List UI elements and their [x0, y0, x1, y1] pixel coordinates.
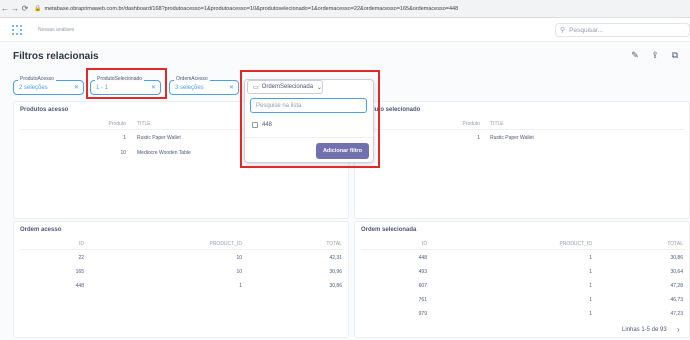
search-icon: ⚲ [560, 27, 566, 34]
card-title: Produtos acesso [20, 107, 69, 113]
table-cell: 1 [589, 269, 592, 275]
table-cell: 448 [75, 283, 84, 289]
page-title: Filtros relacionais [13, 51, 99, 62]
filter-value: 2 seleções [19, 85, 48, 91]
card-title: Ordem selecionada [361, 227, 417, 233]
column-header[interactable]: Produto [108, 121, 126, 127]
table-cell: 42,31 [329, 255, 342, 261]
table-cell: 761 [418, 297, 427, 303]
pagination-label: Linhas 1-5 de 93 [622, 327, 667, 333]
pencil-icon[interactable]: ✎ [630, 50, 640, 60]
back-icon[interactable]: ← [0, 4, 10, 13]
table-cell: Rustic Paper Wallet [137, 135, 181, 141]
column-header[interactable]: PRODUCT_ID [559, 241, 592, 247]
table-cell: 448 [418, 255, 427, 261]
table-cell: 1 [589, 297, 592, 303]
card-ordem-selecionada: Ordem selecionada ID PRODUCT_ID TOTAL 44… [354, 221, 690, 338]
table-cell: 30,64 [670, 269, 683, 275]
filter-produto-acesso[interactable]: ProdutoAcesso 2 seleções ✕ [13, 76, 84, 95]
card-produto-selecionado: Produto selecionado Produto TITLE 1 Rust… [354, 101, 690, 219]
column-header[interactable]: PRODUCT_ID [209, 241, 242, 247]
filter-label: ProdutoAcesso [18, 76, 56, 82]
card-title: Ordem acesso [20, 227, 62, 233]
table-cell: 1 [123, 135, 126, 141]
column-header[interactable]: Produto [462, 121, 480, 127]
table-cell: 30,86 [329, 283, 342, 289]
table-cell: 165 [75, 269, 84, 275]
search-placeholder: Pesquisar... [569, 26, 604, 34]
table-cell: 47,23 [670, 311, 683, 317]
column-header[interactable]: TITLE [490, 121, 504, 127]
column-header[interactable]: TOTAL [326, 241, 342, 247]
address-bar[interactable]: 🔒 metabase.obraprimaweb.com.br/dashboard… [34, 3, 634, 15]
table-cell: 22 [78, 255, 84, 261]
breadcrumb[interactable]: Nossas análises [38, 27, 74, 33]
table-cell: Mediocre Wooden Table [137, 150, 191, 156]
chevron-right-icon[interactable]: › [677, 325, 680, 334]
table-cell: 10 [120, 150, 126, 156]
table-cell: 10 [236, 255, 242, 261]
table-cell: 1 [239, 283, 242, 289]
search-input[interactable]: ⚲ Pesquisar... [555, 23, 690, 37]
highlight-box [240, 70, 380, 168]
table-cell: 46,73 [670, 297, 683, 303]
table-cell: 1 [589, 283, 592, 289]
filter-value: 3 seleções [175, 85, 204, 91]
column-header[interactable]: ID [79, 241, 84, 247]
divider [20, 249, 344, 250]
close-icon[interactable]: ✕ [74, 84, 79, 91]
table-cell: 30,86 [670, 255, 683, 261]
dashboard-actions: ✎ ⇪ ⧉ ⓘ [630, 50, 690, 60]
table-cell: 47,28 [670, 283, 683, 289]
share-icon[interactable]: ⇪ [650, 50, 660, 60]
url-text: metabase.obraprimaweb.com.br/dashboard/1… [44, 5, 459, 12]
divider [361, 129, 685, 130]
divider [361, 249, 685, 250]
table-cell: 493 [418, 269, 427, 275]
forward-icon[interactable]: → [10, 4, 20, 13]
filter-label: OrdemAcesso [174, 76, 210, 82]
table-cell: 1 [477, 135, 480, 141]
table-cell: 10 [236, 269, 242, 275]
metabase-logo[interactable] [12, 25, 22, 35]
table-cell: Rustic Paper Wallet [490, 135, 534, 141]
reload-icon[interactable]: ⟳ [20, 4, 30, 13]
browser-toolbar: ← → ⟳ 🔒 metabase.obraprimaweb.com.br/das… [0, 0, 690, 18]
card-ordem-acesso: Ordem acesso ID PRODUCT_ID TOTAL 22 10 4… [13, 221, 349, 338]
column-header[interactable]: TOTAL [667, 241, 683, 247]
table-cell: 979 [418, 311, 427, 317]
clone-icon[interactable]: ⧉ [670, 50, 680, 60]
table-cell: 1 [589, 255, 592, 261]
table-cell: 607 [418, 283, 427, 289]
table-cell: 30,96 [329, 269, 342, 275]
highlight-box [86, 68, 167, 99]
app-header: Nossas análises ⚲ Pesquisar... [0, 18, 690, 42]
column-header[interactable]: ID [422, 241, 427, 247]
close-icon[interactable]: ✕ [229, 84, 234, 91]
table-cell: 1 [589, 311, 592, 317]
lock-icon: 🔒 [34, 6, 42, 12]
column-header[interactable]: TITLE [137, 121, 151, 127]
filter-ordem-acesso[interactable]: OrdemAcesso 3 seleções ✕ [169, 76, 239, 95]
